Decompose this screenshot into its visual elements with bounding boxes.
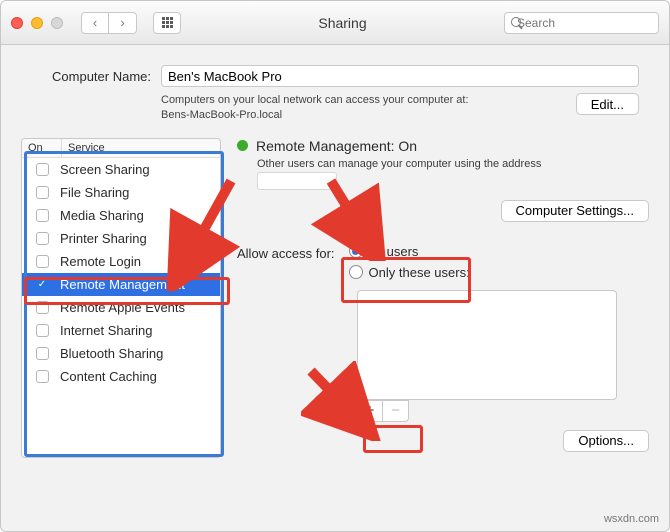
services-table: On Service Screen Sharing File Sharing Med…: [21, 138, 221, 458]
watermark: wsxdn.com: [604, 513, 659, 525]
service-label: Remote Login: [60, 254, 141, 269]
allow-access-label: Allow access for:: [237, 244, 335, 261]
service-row-printer-sharing[interactable]: Printer Sharing: [22, 227, 220, 250]
service-row-screen-sharing[interactable]: Screen Sharing: [22, 158, 220, 181]
radio-only-these-users[interactable]: Only these users:: [349, 265, 470, 280]
status-desc: Other users can manage your computer usi…: [257, 158, 649, 170]
service-row-media-sharing[interactable]: Media Sharing: [22, 204, 220, 227]
computer-name-hostname: Bens-MacBook-Pro.local: [161, 108, 469, 123]
radio-all-users[interactable]: All users: [349, 244, 470, 259]
options-button[interactable]: Options...: [563, 430, 649, 452]
titlebar: ‹ › Sharing: [1, 1, 669, 45]
back-button[interactable]: ‹: [81, 12, 109, 34]
service-label: Remote Management: [60, 277, 185, 292]
service-label: File Sharing: [60, 185, 129, 200]
computer-name-input[interactable]: [161, 65, 639, 87]
service-checkbox[interactable]: [36, 163, 49, 176]
edit-button[interactable]: Edit...: [576, 93, 639, 115]
service-row-content-caching[interactable]: Content Caching: [22, 365, 220, 388]
service-label: Internet Sharing: [60, 323, 153, 338]
service-label: Remote Apple Events: [60, 300, 185, 315]
service-checkbox[interactable]: [36, 255, 49, 268]
service-row-remote-login[interactable]: Remote Login: [22, 250, 220, 273]
computer-settings-button[interactable]: Computer Settings...: [501, 200, 650, 222]
col-service: Service: [62, 139, 220, 157]
remove-user-button[interactable]: −: [383, 400, 409, 422]
nav-back-forward: ‹ ›: [81, 12, 137, 34]
minimize-window-icon[interactable]: [31, 17, 43, 29]
service-checkbox[interactable]: [36, 209, 49, 222]
radio-icon: [349, 244, 363, 258]
service-label: Media Sharing: [60, 208, 144, 223]
service-checkbox[interactable]: [36, 186, 49, 199]
add-user-button[interactable]: +: [357, 400, 383, 422]
service-label: Bluetooth Sharing: [60, 346, 163, 361]
forward-button[interactable]: ›: [109, 12, 137, 34]
sharing-prefs-window: ‹ › Sharing Computer Name: Computers on …: [0, 0, 670, 532]
service-row-bluetooth-sharing[interactable]: Bluetooth Sharing: [22, 342, 220, 365]
status-on-icon: [237, 140, 248, 151]
col-on: On: [22, 139, 62, 157]
service-checkbox[interactable]: [36, 324, 49, 337]
service-row-file-sharing[interactable]: File Sharing: [22, 181, 220, 204]
service-row-internet-sharing[interactable]: Internet Sharing: [22, 319, 220, 342]
detail-pane: Remote Management: On Other users can ma…: [237, 138, 649, 458]
service-checkbox[interactable]: [36, 301, 49, 314]
service-label: Screen Sharing: [60, 162, 150, 177]
service-label: Content Caching: [60, 369, 157, 384]
service-row-remote-management[interactable]: ✓ Remote Management: [22, 273, 220, 296]
search-field[interactable]: [504, 12, 659, 34]
service-row-remote-apple-events[interactable]: Remote Apple Events: [22, 296, 220, 319]
users-list[interactable]: [357, 290, 617, 400]
service-checkbox[interactable]: ✓: [36, 278, 49, 291]
service-checkbox[interactable]: [36, 232, 49, 245]
search-input[interactable]: [517, 16, 670, 30]
status-text: Remote Management: On: [256, 138, 417, 154]
computer-name-desc: Computers on your local network can acce…: [161, 93, 469, 108]
address-box: [257, 172, 337, 190]
service-label: Printer Sharing: [60, 231, 147, 246]
zoom-window-icon: [51, 17, 63, 29]
close-window-icon[interactable]: [11, 17, 23, 29]
window-controls: [11, 17, 63, 29]
computer-name-label: Computer Name:: [31, 65, 151, 84]
show-all-button[interactable]: [153, 12, 181, 34]
service-checkbox[interactable]: [36, 347, 49, 360]
grid-icon: [162, 17, 173, 28]
window-title: Sharing: [189, 15, 496, 31]
radio-icon: [349, 265, 363, 279]
service-checkbox[interactable]: [36, 370, 49, 383]
